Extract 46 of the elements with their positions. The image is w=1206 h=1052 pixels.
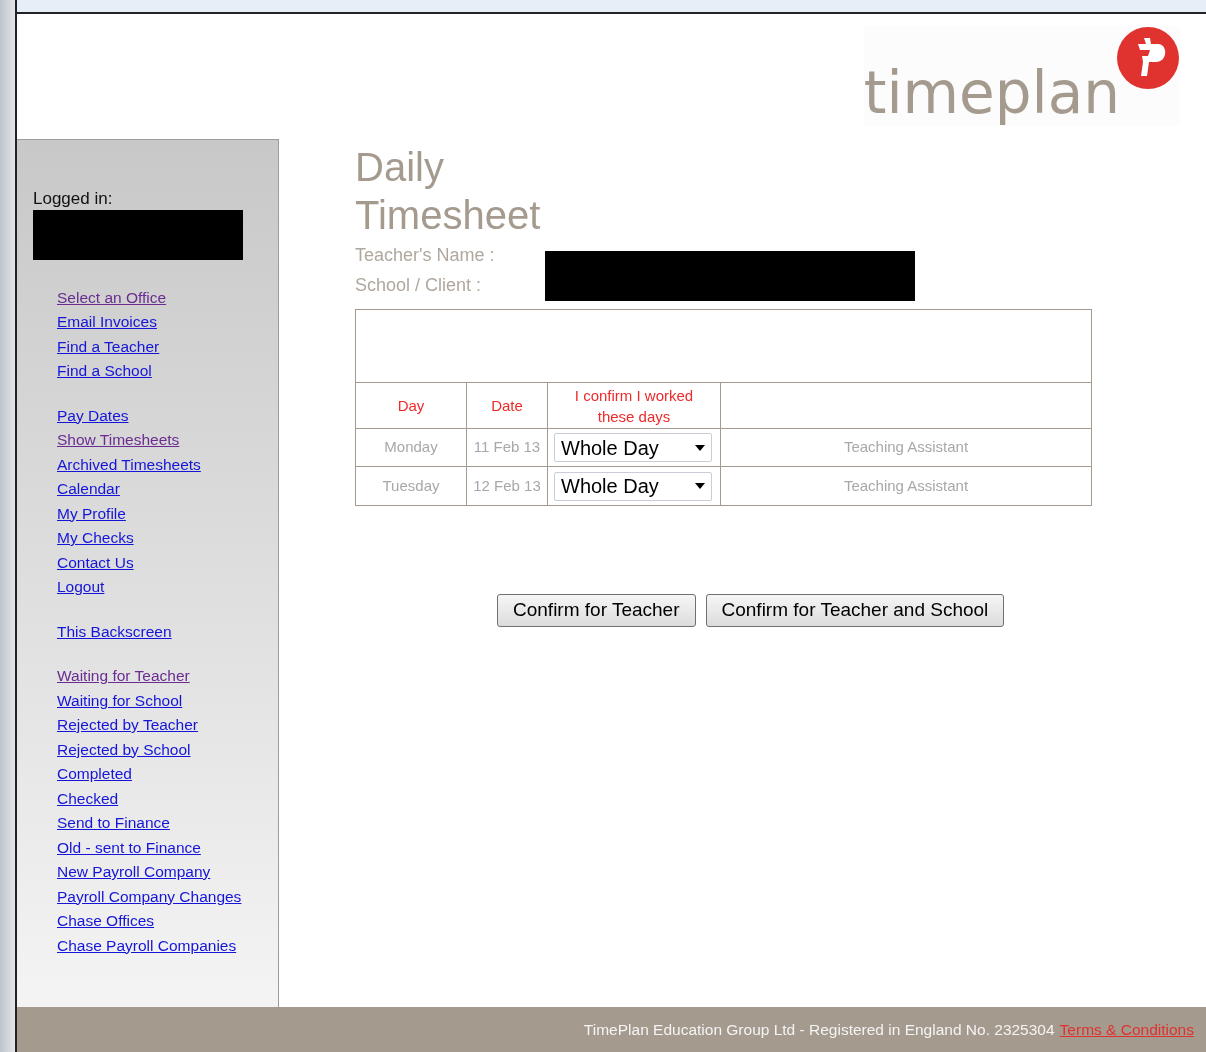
sidebar-link[interactable]: Payroll Company Changes (57, 886, 242, 907)
table-cell-text: Teaching Assistant (843, 475, 969, 496)
caret-icon (695, 483, 705, 489)
table-cell-text: 11 Feb 13 (473, 437, 541, 458)
sidebar-link[interactable]: Logout (57, 577, 105, 597)
sidebar-link[interactable]: Waiting for School (57, 690, 183, 711)
column-header: Day (396, 396, 426, 416)
day-dropdown[interactable]: Whole Day (554, 433, 712, 462)
sidebar-link[interactable]: New Payroll Company (57, 862, 211, 882)
column-header: Date (490, 396, 524, 416)
sidebar-link[interactable]: Pay Dates (57, 405, 129, 426)
table-cell-text: Tuesday (382, 475, 440, 496)
sidebar-link[interactable]: My Profile (57, 503, 126, 524)
field-label: Teacher's Name : (355, 244, 496, 267)
sidebar-link[interactable]: Select an Office (57, 287, 167, 308)
sidebar-link[interactable]: Email Invoices (57, 312, 157, 332)
caret-icon (695, 444, 705, 451)
sidebar-link[interactable]: My Checks (57, 528, 134, 548)
logged-in-label: Logged in: (33, 188, 114, 210)
sidebar-link[interactable]: Send to Finance (57, 813, 170, 833)
sidebar-link[interactable]: Chase Payroll Companies (57, 935, 237, 956)
sidebar-link[interactable]: Find a School (57, 361, 152, 381)
confirm-button[interactable]: Confirm for Teacher and School (705, 594, 1005, 627)
column-header: I confirm I worked these days (573, 385, 695, 427)
sidebar-link[interactable]: Checked (57, 788, 119, 809)
confirm-button[interactable]: Confirm for Teacher (497, 594, 696, 627)
sidebar-link[interactable]: Archived Timesheets (57, 454, 201, 475)
page-title: Daily (355, 144, 445, 191)
table-cell-text: Teaching Assistant (843, 437, 969, 458)
sidebar-link[interactable]: Old - sent to Finance (57, 837, 201, 858)
page-title: Timesheet (355, 192, 542, 239)
sidebar-link[interactable]: Show Timesheets (57, 430, 180, 450)
day-dropdown[interactable]: Whole Day (554, 471, 712, 501)
table-cell-text: 12 Feb 13 (473, 475, 541, 496)
sidebar-link[interactable]: Calendar (57, 479, 120, 499)
sidebar-link[interactable]: Rejected by Teacher (57, 715, 199, 735)
field-label: School / Client : (355, 274, 483, 297)
sidebar-link[interactable]: Waiting for Teacher (57, 666, 190, 686)
sidebar-link[interactable]: This Backscreen (57, 621, 172, 642)
sidebar-link[interactable]: Rejected by School (57, 739, 191, 760)
sidebar-link[interactable]: Chase Offices (57, 911, 155, 931)
sidebar-link[interactable]: Find a Teacher (57, 336, 160, 357)
sidebar-link[interactable]: Contact Us (57, 552, 134, 573)
footer-text: TimePlan Education Group Ltd - Registered in England No. 2325304 (583, 1019, 1055, 1040)
table-cell-text: Monday (384, 437, 438, 458)
sidebar-link[interactable]: Completed (57, 764, 132, 784)
